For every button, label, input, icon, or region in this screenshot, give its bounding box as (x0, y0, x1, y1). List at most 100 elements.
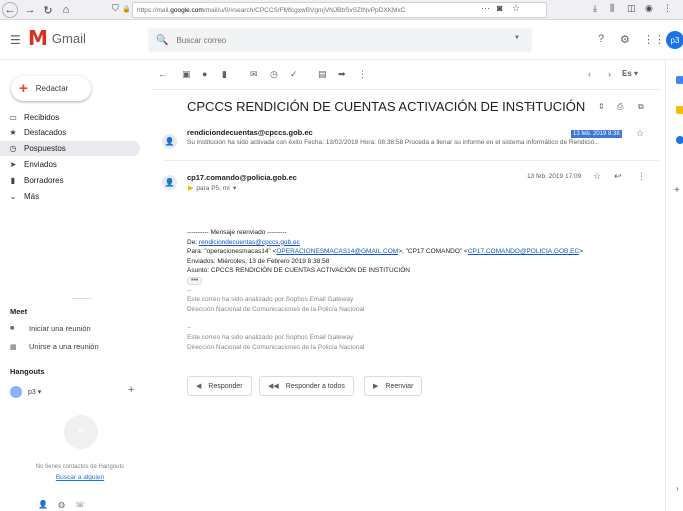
settings-gear-icon[interactable]: ⚙ (620, 33, 630, 46)
forward-button[interactable]: ▶ Reenviar (364, 376, 423, 396)
chevron-down-icon: ▾ (233, 185, 237, 192)
sidebar-item-label: Destacados (24, 128, 67, 137)
hangouts-empty-text: No tienes contactos de Hangouts (35, 464, 125, 470)
sidebar-item-more[interactable]: ⌄ Más (0, 189, 140, 204)
older-chevron-icon[interactable]: › (608, 69, 611, 79)
browser-home-button[interactable]: ⌂ (58, 2, 74, 18)
star-icon[interactable]: ☆ (636, 128, 644, 139)
tasks-icon[interactable] (676, 136, 683, 144)
message-date: 13 feb. 2019 8:38 (571, 130, 622, 138)
account-avatar[interactable]: p3 (666, 31, 683, 49)
sidebar-item-starred[interactable]: ★ Destacados (0, 125, 140, 140)
sidebar-item-inbox[interactable]: ▭ Recibidos (0, 110, 140, 125)
hangouts-user-name[interactable]: p3 ▾ (28, 388, 41, 396)
move-to-icon[interactable]: ▤ (318, 69, 327, 80)
sidebar: + Redactar ▭ Recibidos ★ Destacados ◷ Po… (0, 60, 150, 511)
message-sender[interactable]: rendiciondecuentas@cpccs.gob.ec (187, 128, 313, 137)
important-marker-icon[interactable]: ⊐ (528, 103, 534, 111)
report-spam-icon[interactable]: ● (202, 69, 207, 79)
message-recipients[interactable]: ▶ para P5, mí ▾ (188, 184, 237, 193)
gmail-logo[interactable]: M Gmail (28, 28, 86, 48)
download-icon[interactable]: ⤓ (593, 3, 597, 14)
apps-grid-icon[interactable]: ⋮⋮ (643, 33, 665, 46)
browser-reload-button[interactable]: ↻ (40, 2, 56, 18)
reply-all-button[interactable]: ◀◀ Responder a todos (259, 376, 354, 396)
pocket-icon[interactable]: ◙ (497, 3, 502, 13)
archive-icon[interactable]: ▣ (182, 69, 191, 80)
from-label: De: (187, 238, 199, 246)
scan-notice: Este correo ha sido analizado por Sophos… (187, 333, 354, 341)
sidebar-item-snoozed[interactable]: ◷ Pospuestos (0, 141, 140, 156)
compose-button[interactable]: + Redactar (11, 76, 91, 101)
browser-back-button[interactable]: ← (2, 2, 18, 18)
meet-join-button[interactable]: ▦ Unirse a una reunión (10, 342, 99, 351)
input-language-button[interactable]: Es ▾ (622, 69, 638, 78)
to-email-link[interactable]: OPERACIONESMACAS14@GMAIL.COM (276, 248, 398, 255)
show-side-panel-icon[interactable]: › (676, 484, 679, 493)
chat-icon[interactable]: ◍ (58, 500, 65, 509)
language-label: Es (622, 69, 632, 78)
label-icon[interactable]: ➡ (338, 69, 346, 80)
video-camera-icon: ■ (10, 325, 15, 332)
page-actions-icon[interactable]: ··· (481, 3, 490, 13)
more-options-icon[interactable]: ⋮ (358, 69, 367, 80)
more-options-icon[interactable]: ⋮ (637, 171, 646, 182)
message-body: ---------- Mensaje reenviado --------- D… (187, 228, 583, 352)
hangouts-add-icon[interactable]: + (128, 384, 134, 396)
menu-icon[interactable]: ⋮ (663, 3, 672, 14)
sidebar-item-sent[interactable]: ➤ Enviados (0, 157, 140, 172)
chevron-down-icon: ▾ (37, 389, 42, 396)
to-email-link[interactable]: CP17.COMANDO@POLICIA.GOB.EC (468, 248, 579, 255)
search-bar[interactable]: 🔍 ▼ (148, 28, 532, 52)
hangouts-user-avatar[interactable] (10, 386, 22, 398)
gmail-logo-text: Gmail (51, 30, 86, 46)
sidebar-resize-handle[interactable] (72, 298, 92, 299)
get-addons-icon[interactable]: + (674, 185, 680, 196)
shield-icon[interactable]: ⛉ (112, 3, 119, 14)
star-icon[interactable]: ☆ (593, 171, 601, 182)
browser-forward-button[interactable]: → (22, 2, 38, 18)
calendar-icon[interactable] (676, 76, 683, 84)
hamburger-menu-icon[interactable]: ☰ (10, 33, 21, 47)
message-sender[interactable]: cp17.comando@policia.gob.ec (187, 173, 297, 182)
signature-line: Dirección Nacional de Comunicaciones de … (187, 343, 365, 351)
search-options-icon[interactable]: ▼ (514, 35, 520, 41)
keep-icon[interactable] (676, 106, 683, 114)
show-trimmed-content-button[interactable]: ••• (187, 276, 203, 285)
message-snippet[interactable]: Su institución ha sido activada con éxit… (187, 139, 657, 146)
chevron-down-icon: ⌄ (9, 192, 17, 201)
sidebar-item-label: Pospuestos (24, 144, 66, 153)
sidebar-icon[interactable]: ◫ (627, 3, 636, 14)
extension-icon[interactable]: ◉ (645, 3, 653, 14)
url-path: /mail/u/0/#search/CPCCS/FMfcgxwBVgmjVNJB… (203, 6, 406, 14)
back-arrow-icon[interactable]: ← (158, 69, 167, 79)
help-icon[interactable]: ? (598, 33, 604, 45)
open-new-window-icon[interactable]: ⧉ (638, 102, 644, 112)
person-icon[interactable]: 👤 (38, 500, 48, 509)
snooze-icon[interactable]: ◷ (270, 69, 278, 80)
add-task-icon[interactable]: ✓ (290, 69, 298, 80)
meet-start-button[interactable]: ■ Iniciar una reunión (10, 324, 91, 333)
side-panel-rail (665, 60, 683, 511)
search-input[interactable] (176, 35, 497, 45)
hangouts-find-link[interactable]: Buscar a alguien (0, 474, 160, 481)
reply-icon[interactable]: ↩ (614, 171, 622, 182)
sidebar-item-drafts[interactable]: ▮ Borradores (0, 173, 140, 188)
library-icon[interactable]: ⫼ (610, 3, 614, 14)
print-icon[interactable]: ⎙ (617, 102, 623, 112)
delete-icon[interactable]: ▮ (222, 69, 227, 80)
bookmark-star-icon[interactable]: ☆ (512, 3, 520, 14)
reply-button[interactable]: ◀ Responder (187, 376, 252, 396)
sidebar-item-label: Borradores (24, 176, 64, 185)
star-icon: ★ (9, 128, 17, 137)
sender-avatar: 👤 (162, 175, 177, 190)
phone-icon[interactable]: ☏ (75, 500, 85, 509)
search-icon[interactable]: 🔍 (156, 35, 168, 46)
newer-chevron-icon[interactable]: ‹ (588, 69, 591, 79)
from-email-link[interactable]: rendiciondecuentas@cpccs.gob.ec (199, 239, 300, 246)
sidebar-item-label: Recibidos (24, 113, 60, 122)
mark-unread-icon[interactable]: ✉ (250, 69, 258, 80)
forwarded-subject: Asunto: CPCCS RENDICIÓN DE CUENTAS ACTIV… (187, 267, 410, 275)
expand-all-icon[interactable]: ⇕ (598, 102, 605, 111)
signature-separator: -- (187, 286, 192, 294)
